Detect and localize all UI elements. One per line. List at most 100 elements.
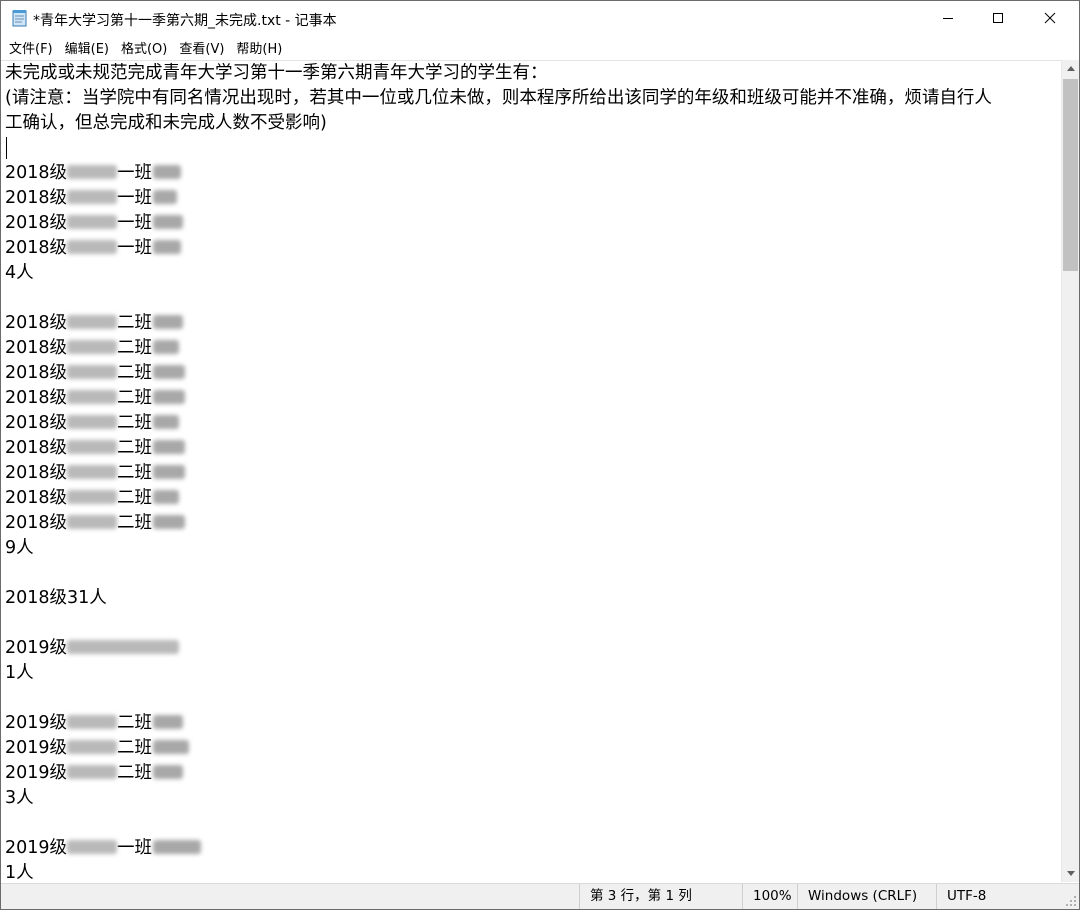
line-text: 1人 (5, 863, 34, 883)
menu-format[interactable]: 格式(O) (115, 36, 173, 59)
redacted-text (67, 389, 118, 404)
encoding: UTF-8 (936, 884, 1061, 909)
menu-help[interactable]: 帮助(H) (230, 36, 288, 59)
redacted-name (153, 364, 186, 379)
redacted-name (153, 739, 190, 754)
maximize-button[interactable] (973, 1, 1023, 35)
redacted-text (67, 739, 118, 754)
class-label: 二班 (117, 713, 153, 733)
text-line[interactable]: 2018级31人 (5, 586, 1059, 611)
line-text: 2019级 (5, 738, 68, 758)
class-label: 二班 (117, 363, 153, 383)
text-line[interactable]: 3人 (5, 786, 1059, 811)
text-line[interactable]: 2018级 二班 (5, 486, 1059, 511)
text-line[interactable]: (请注意：当学院中有同名情况出现时，若其中一位或几位未做，则本程序所给出该同学的… (5, 86, 1059, 111)
redacted-name (153, 764, 184, 779)
class-label: 一班 (117, 163, 153, 183)
text-line[interactable]: 2018级 二班 (5, 461, 1059, 486)
redacted-text (67, 314, 118, 329)
text-line[interactable] (5, 561, 1059, 586)
redacted-text (67, 489, 118, 504)
redacted-text (67, 364, 118, 379)
menu-bar: 文件(F) 编辑(E) 格式(O) 查看(V) 帮助(H) (1, 35, 1079, 59)
line-text: 2018级 (5, 513, 68, 533)
text-line[interactable]: 2019级 一班 (5, 836, 1059, 861)
text-line[interactable] (5, 686, 1059, 711)
menu-view[interactable]: 查看(V) (173, 36, 230, 59)
close-button[interactable] (1025, 1, 1075, 35)
redacted-text (67, 839, 118, 854)
text-line[interactable] (5, 611, 1059, 636)
text-line[interactable]: 2018级 二班 (5, 311, 1059, 336)
redacted-text (67, 514, 118, 529)
text-line[interactable]: 9人 (5, 536, 1059, 561)
resize-grip-icon[interactable] (1065, 895, 1077, 907)
text-line[interactable]: 2019级 二班 (5, 736, 1059, 761)
redacted-name (153, 464, 186, 479)
line-text: 2018级 (5, 488, 68, 508)
redacted-name (153, 414, 180, 429)
text-line[interactable]: 未完成或未规范完成青年大学习第十一季第六期青年大学习的学生有： (5, 61, 1059, 86)
line-text: 未完成或未规范完成青年大学习第十一季第六期青年大学习的学生有： (5, 63, 548, 83)
text-line[interactable]: 2018级 一班 (5, 161, 1059, 186)
text-line[interactable] (5, 286, 1059, 311)
line-text: 工确认，但总完成和未完成人数不受影响) (5, 113, 327, 133)
redacted-name (153, 314, 184, 329)
text-line[interactable]: 2018级 二班 (5, 411, 1059, 436)
vertical-scrollbar[interactable] (1061, 60, 1079, 882)
chevron-down-icon (1066, 871, 1075, 876)
class-label: 二班 (117, 488, 153, 508)
menu-edit[interactable]: 编辑(E) (59, 36, 115, 59)
text-line[interactable]: 2018级 一班 (5, 236, 1059, 261)
redacted-text (67, 439, 118, 454)
text-line[interactable]: 2018级 一班 (5, 211, 1059, 236)
redacted-text (67, 464, 118, 479)
line-text: 2018级 (5, 213, 68, 233)
text-caret (6, 137, 7, 159)
text-line[interactable]: 2019级 二班 (5, 761, 1059, 786)
text-line[interactable]: 2018级 一班 (5, 186, 1059, 211)
class-label: 二班 (117, 463, 153, 483)
class-label: 一班 (117, 238, 153, 258)
line-text: (请注意：当学院中有同名情况出现时，若其中一位或几位未做，则本程序所给出该同学的… (5, 88, 992, 108)
document-text[interactable]: 未完成或未规范完成青年大学习第十一季第六期青年大学习的学生有： (请注意：当学院中… (5, 61, 1059, 883)
text-line[interactable]: 4人 (5, 261, 1059, 286)
text-line[interactable]: 2018级 二班 (5, 336, 1059, 361)
text-line[interactable] (5, 811, 1059, 836)
line-text: 4人 (5, 263, 34, 283)
menu-file[interactable]: 文件(F) (3, 36, 59, 59)
line-text: 2018级 (5, 188, 68, 208)
class-label: 二班 (117, 338, 153, 358)
class-label: 二班 (117, 438, 153, 458)
chevron-up-icon (1066, 66, 1075, 71)
class-label: 一班 (117, 838, 153, 858)
text-line[interactable]: 2019级 二班 (5, 711, 1059, 736)
redacted-text (67, 764, 118, 779)
text-line[interactable]: 2018级 二班 (5, 511, 1059, 536)
class-label: 二班 (117, 513, 153, 533)
redacted-text (67, 339, 118, 354)
text-line[interactable]: 1人 (5, 861, 1059, 883)
scroll-up-button[interactable] (1062, 60, 1079, 77)
line-text: 3人 (5, 788, 34, 808)
text-line[interactable]: 工确认，但总完成和未完成人数不受影响) (5, 111, 1059, 136)
scroll-thumb[interactable] (1063, 79, 1078, 271)
class-label: 二班 (117, 738, 153, 758)
notepad-icon (12, 10, 27, 27)
text-line[interactable]: 2019级 (5, 636, 1059, 661)
text-line[interactable]: 2018级 二班 (5, 436, 1059, 461)
text-editor[interactable]: 未完成或未规范完成青年大学习第十一季第六期青年大学习的学生有： (请注意：当学院中… (1, 60, 1061, 883)
text-line[interactable]: 2018级 二班 (5, 361, 1059, 386)
minimize-icon (943, 18, 953, 19)
text-line[interactable]: 1人 (5, 661, 1059, 686)
line-text: 2018级 (5, 438, 68, 458)
redacted-name (153, 189, 178, 204)
minimize-button[interactable] (923, 1, 973, 35)
redacted-text (67, 239, 118, 254)
text-line[interactable] (5, 136, 1059, 161)
redacted-text (67, 189, 118, 204)
redacted-text (67, 714, 118, 729)
title-bar[interactable]: *青年大学习第十一季第六期_未完成.txt - 记事本 (1, 1, 1079, 35)
text-line[interactable]: 2018级 二班 (5, 386, 1059, 411)
scroll-down-button[interactable] (1062, 865, 1079, 882)
